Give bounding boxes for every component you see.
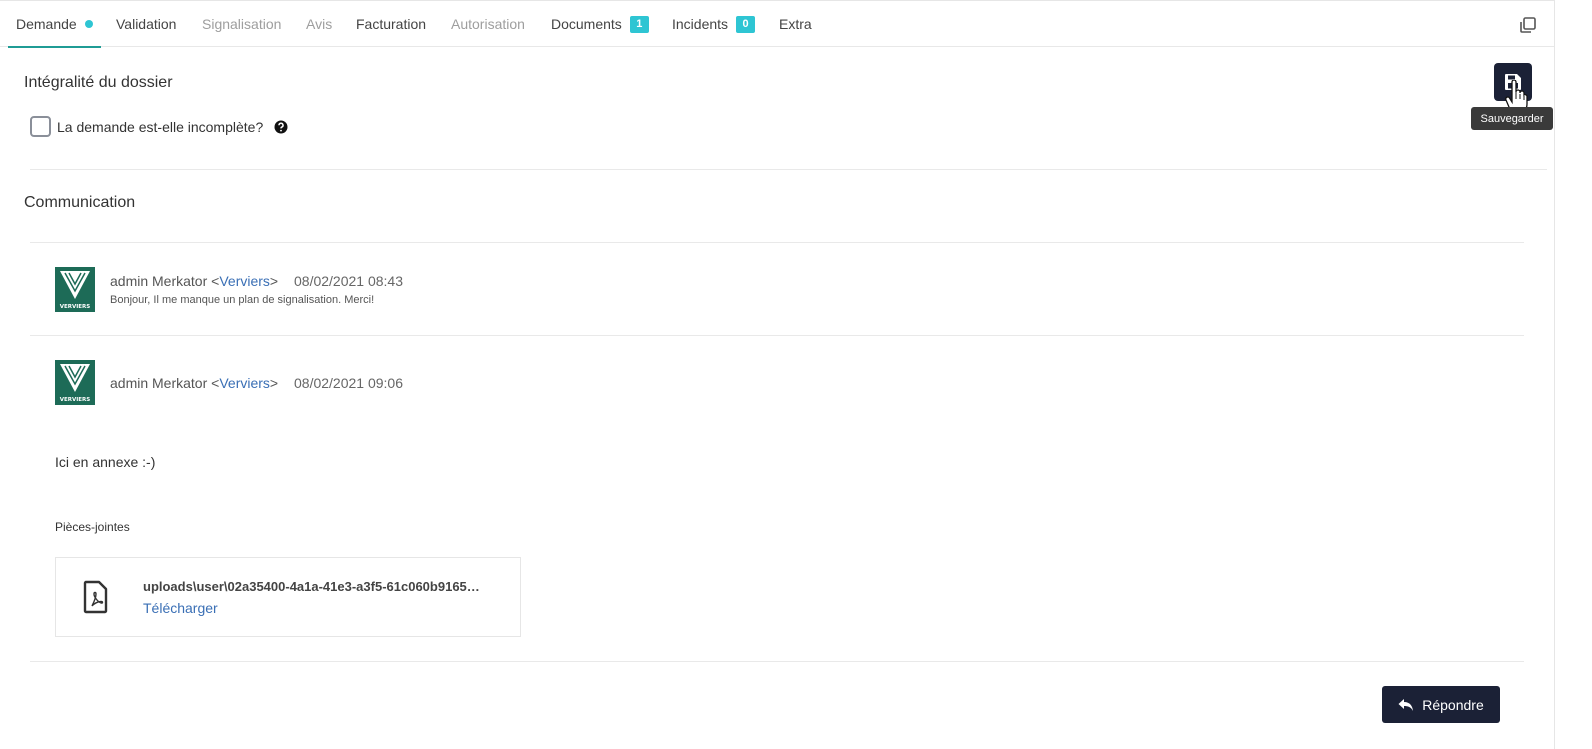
message-author: admin Merkator	[110, 273, 208, 289]
floppy-disk-icon	[1505, 74, 1521, 90]
tab-label: Incidents	[672, 16, 729, 32]
message-header: admin Merkator <Verviers> 08/02/2021 09:…	[110, 375, 403, 391]
reply-button[interactable]: Répondre	[1382, 686, 1500, 723]
pdf-file-icon	[83, 580, 108, 614]
message-header: admin Merkator <Verviers> 08/02/2021 08:…	[110, 273, 403, 289]
attachments-title: Pièces-jointes	[55, 520, 130, 534]
reply-icon	[1398, 698, 1414, 711]
tab-label: Validation	[116, 16, 177, 32]
message-org-close: >	[269, 273, 279, 289]
documents-count-badge: 1	[629, 15, 649, 33]
avatar-caption: VERVIERS	[60, 397, 91, 403]
attachment-card: uploads\user\02a35400-4a1a-41e3-a3f5-61c…	[55, 557, 521, 637]
tab-label: Avis	[306, 16, 333, 32]
tab-label: Autorisation	[451, 16, 525, 32]
incomplete-checkbox[interactable]	[30, 116, 51, 137]
avatar: VERVIERS	[55, 360, 95, 405]
incomplete-checkbox-label[interactable]: La demande est-elle incomplète?	[57, 119, 263, 135]
dossier-section-title: Intégralité du dossier	[24, 74, 173, 91]
message-body: Ici en annexe :-)	[55, 454, 156, 470]
tab-documents[interactable]: Documents 1	[551, 1, 649, 47]
tab-extra[interactable]: Extra	[779, 1, 812, 47]
tab-bar: Demande Validation Signalisation Avis Fa…	[0, 1, 1554, 48]
message-date: 08/02/2021 08:43	[294, 273, 403, 289]
tab-signalisation[interactable]: Signalisation	[202, 1, 281, 47]
save-tooltip: Sauvegarder	[1471, 107, 1553, 130]
message-date: 08/02/2021 09:06	[294, 375, 403, 391]
unsaved-dot	[84, 20, 93, 28]
message-author: admin Merkator	[110, 375, 208, 391]
tab-label: Facturation	[356, 16, 427, 32]
save-button[interactable]	[1494, 63, 1532, 101]
avatar-caption: VERVIERS	[60, 304, 91, 310]
message-org-link[interactable]: Verviers	[219, 273, 270, 289]
attachment-download-link[interactable]: Télécharger	[143, 600, 218, 616]
tab-label: Extra	[779, 16, 812, 32]
message-divider	[30, 335, 1524, 336]
message-divider	[30, 661, 1524, 662]
section-divider	[30, 169, 1547, 170]
tab-label: Demande	[16, 16, 77, 32]
attachment-filename: uploads\user\02a35400-4a1a-41e3-a3f5-61c…	[143, 579, 480, 594]
tab-label: Signalisation	[202, 16, 282, 32]
request-panel: Demande Validation Signalisation Avis Fa…	[0, 0, 1592, 749]
right-border	[1554, 0, 1555, 749]
tab-incidents[interactable]: Incidents 0	[672, 1, 756, 47]
tab-demande[interactable]: Demande	[8, 1, 101, 48]
tab-label: Documents	[551, 16, 622, 32]
message-org-close: >	[269, 375, 279, 391]
tab-autorisation[interactable]: Autorisation	[451, 1, 525, 47]
incomplete-row: La demande est-elle incomplète?	[30, 116, 288, 137]
tab-validation[interactable]: Validation	[116, 1, 176, 47]
incidents-count-badge: 0	[736, 15, 756, 33]
avatar: VERVIERS	[55, 267, 95, 312]
window-restore-icon[interactable]	[1518, 15, 1538, 35]
message-divider	[30, 242, 1524, 243]
message-body: Bonjour, Il me manque un plan de signali…	[110, 294, 375, 306]
reply-label: Répondre	[1422, 696, 1484, 713]
question-circle-icon[interactable]	[274, 120, 288, 134]
tab-avis[interactable]: Avis	[306, 1, 332, 47]
communication-section-title: Communication	[24, 194, 136, 211]
message-org-link[interactable]: Verviers	[219, 375, 270, 391]
tab-facturation[interactable]: Facturation	[356, 1, 426, 47]
